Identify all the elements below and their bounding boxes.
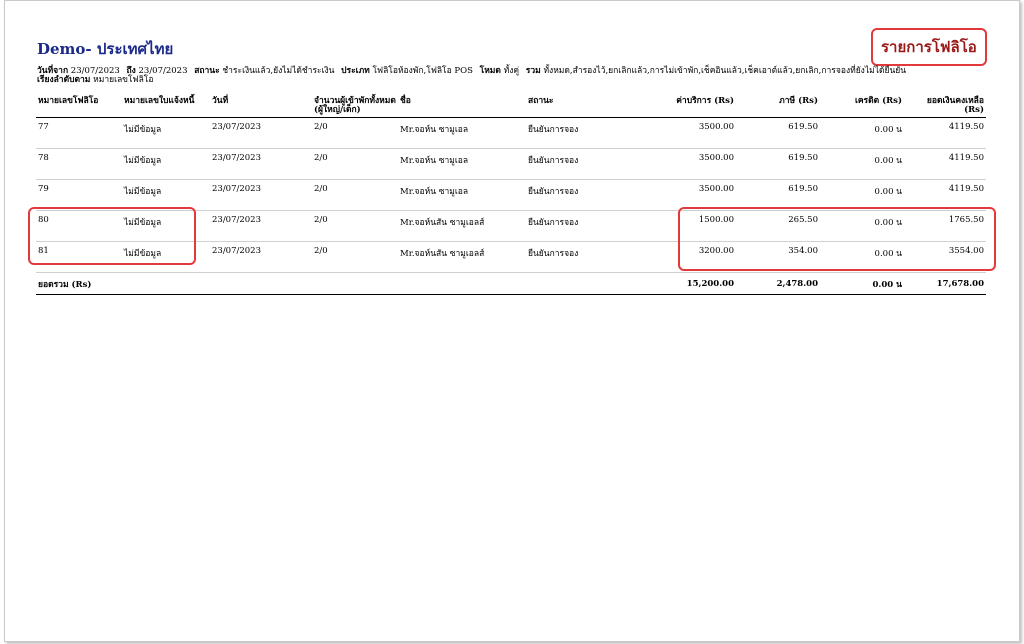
tax: 619.50 bbox=[736, 117, 820, 149]
tax: 619.50 bbox=[736, 148, 820, 180]
status-value: ชำระเงินแล้ว,ยังไม่ได้ชำระเงิน bbox=[222, 66, 335, 76]
sort-value: หมายเลขโฟลิโอ bbox=[93, 75, 154, 85]
table-row: 77 ไม่มีข้อมูล 23/07/2023 2/0 Mr.จอห์น ซ… bbox=[36, 117, 986, 149]
credit: 0.00 น bbox=[820, 117, 904, 149]
mode-label: โหมด bbox=[479, 66, 501, 76]
sort-label: เรียงลำดับตาม bbox=[37, 75, 91, 85]
charges: 3200.00 bbox=[654, 241, 736, 273]
col-invoice-no: หมายเลขใบแจ้งหนี้ bbox=[122, 95, 210, 118]
col-guests: จำนวนผู้เข้าพักทั้งหมด (ผู้ใหญ่/เด็ก) bbox=[312, 95, 398, 118]
folio-no: 78 bbox=[36, 148, 122, 180]
table-row: 78 ไม่มีข้อมูล 23/07/2023 2/0 Mr.จอห์น ซ… bbox=[36, 148, 986, 180]
status: ยืนยันการจอง bbox=[526, 148, 654, 180]
total-row: ยอดรวม (Rs) 15,200.00 2,478.00 0.00 น 17… bbox=[36, 272, 986, 295]
date: 23/07/2023 bbox=[210, 117, 312, 149]
table-header: หมายเลขโฟลิโอ หมายเลขใบแจ้งหนี้ วันที่ จ… bbox=[36, 95, 986, 118]
balance: 4119.50 bbox=[904, 117, 986, 149]
total-credit: 0.00 น bbox=[820, 272, 904, 295]
tax: 265.50 bbox=[736, 210, 820, 242]
type-value: โฟลิโอห้องพัก,โฟลิโอ POS bbox=[372, 66, 473, 76]
charges: 3500.00 bbox=[654, 179, 736, 211]
guest-name: Mr.จอห์น ซามูเอล bbox=[398, 179, 526, 211]
total-label: ยอดรวม (Rs) bbox=[36, 272, 654, 295]
total-tax: 2,478.00 bbox=[736, 272, 820, 295]
invoice-no: ไม่มีข้อมูล bbox=[122, 117, 210, 149]
date: 23/07/2023 bbox=[210, 179, 312, 211]
col-folio-no: หมายเลขโฟลิโอ bbox=[36, 95, 122, 118]
total-balance: 17,678.00 bbox=[904, 272, 986, 295]
folio-no: 80 bbox=[36, 210, 122, 242]
mode-value: ทั้งคู่ bbox=[503, 66, 520, 76]
tax: 619.50 bbox=[736, 179, 820, 211]
col-date: วันที่ bbox=[210, 95, 312, 118]
total-charges: 15,200.00 bbox=[654, 272, 736, 295]
date: 23/07/2023 bbox=[210, 241, 312, 273]
col-balance: ยอดเงินคงเหลือ (Rs) bbox=[904, 95, 986, 118]
date: 23/07/2023 bbox=[210, 210, 312, 242]
table-row: 79 ไม่มีข้อมูล 23/07/2023 2/0 Mr.จอห์น ซ… bbox=[36, 179, 986, 211]
credit: 0.00 น bbox=[820, 148, 904, 180]
guest-name: Mr.จอห์น ซามูเอล bbox=[398, 117, 526, 149]
status-label: สถานะ bbox=[194, 66, 220, 76]
invoice-no: ไม่มีข้อมูล bbox=[122, 179, 210, 211]
col-credit: เครดิต (Rs) bbox=[820, 95, 904, 118]
folio-no: 77 bbox=[36, 117, 122, 149]
company-title: Demo- ประเทศไทย bbox=[37, 40, 174, 58]
col-charges: ค่าบริการ (Rs) bbox=[654, 95, 736, 118]
credit: 0.00 น bbox=[820, 179, 904, 211]
balance: 4119.50 bbox=[904, 148, 986, 180]
credit: 0.00 น bbox=[820, 241, 904, 273]
guests: 2/0 bbox=[312, 241, 398, 273]
guest-name: Mr.จอห์นสัน ซามูเอลส์ bbox=[398, 210, 526, 242]
report-criteria: วันที่จาก 23/07/2023 ถึง 23/07/2023 สถาน… bbox=[37, 67, 992, 85]
date: 23/07/2023 bbox=[210, 148, 312, 180]
table-row: 81 ไม่มีข้อมูล 23/07/2023 2/0 Mr.จอห์นสั… bbox=[36, 241, 986, 273]
folio-no: 81 bbox=[36, 241, 122, 273]
col-name: ชื่อ bbox=[398, 95, 526, 118]
invoice-no: ไม่มีข้อมูล bbox=[122, 241, 210, 273]
balance: 1765.50 bbox=[904, 210, 986, 242]
charges: 3500.00 bbox=[654, 148, 736, 180]
report-title: รายการโฟลิโอ bbox=[871, 28, 987, 66]
invoice-no: ไม่มีข้อมูล bbox=[122, 148, 210, 180]
col-tax: ภาษี (Rs) bbox=[736, 95, 820, 118]
invoice-no: ไม่มีข้อมูล bbox=[122, 210, 210, 242]
balance: 3554.00 bbox=[904, 241, 986, 273]
folio-no: 79 bbox=[36, 179, 122, 211]
guest-name: Mr.จอห์น ซามูเอล bbox=[398, 148, 526, 180]
guests: 2/0 bbox=[312, 148, 398, 180]
charges: 3500.00 bbox=[654, 117, 736, 149]
status: ยืนยันการจอง bbox=[526, 117, 654, 149]
col-status: สถานะ bbox=[526, 95, 654, 118]
status: ยืนยันการจอง bbox=[526, 210, 654, 242]
tax: 354.00 bbox=[736, 241, 820, 273]
guests: 2/0 bbox=[312, 210, 398, 242]
include-label: รวม bbox=[525, 66, 541, 76]
guests: 2/0 bbox=[312, 179, 398, 211]
type-label: ประเภท bbox=[341, 66, 370, 76]
guests: 2/0 bbox=[312, 117, 398, 149]
include-value: ทั้งหมด,สำรองไว้,ยกเลิกแล้ว,การไม่เข้าพั… bbox=[543, 66, 907, 76]
guest-name: Mr.จอห์นสัน ซามูเอลส์ bbox=[398, 241, 526, 273]
status: ยืนยันการจอง bbox=[526, 241, 654, 273]
folio-table: หมายเลขโฟลิโอ หมายเลขใบแจ้งหนี้ วันที่ จ… bbox=[36, 95, 986, 295]
credit: 0.00 น bbox=[820, 210, 904, 242]
balance: 4119.50 bbox=[904, 179, 986, 211]
charges: 1500.00 bbox=[654, 210, 736, 242]
table-row: 80 ไม่มีข้อมูล 23/07/2023 2/0 Mr.จอห์นสั… bbox=[36, 210, 986, 242]
status: ยืนยันการจอง bbox=[526, 179, 654, 211]
